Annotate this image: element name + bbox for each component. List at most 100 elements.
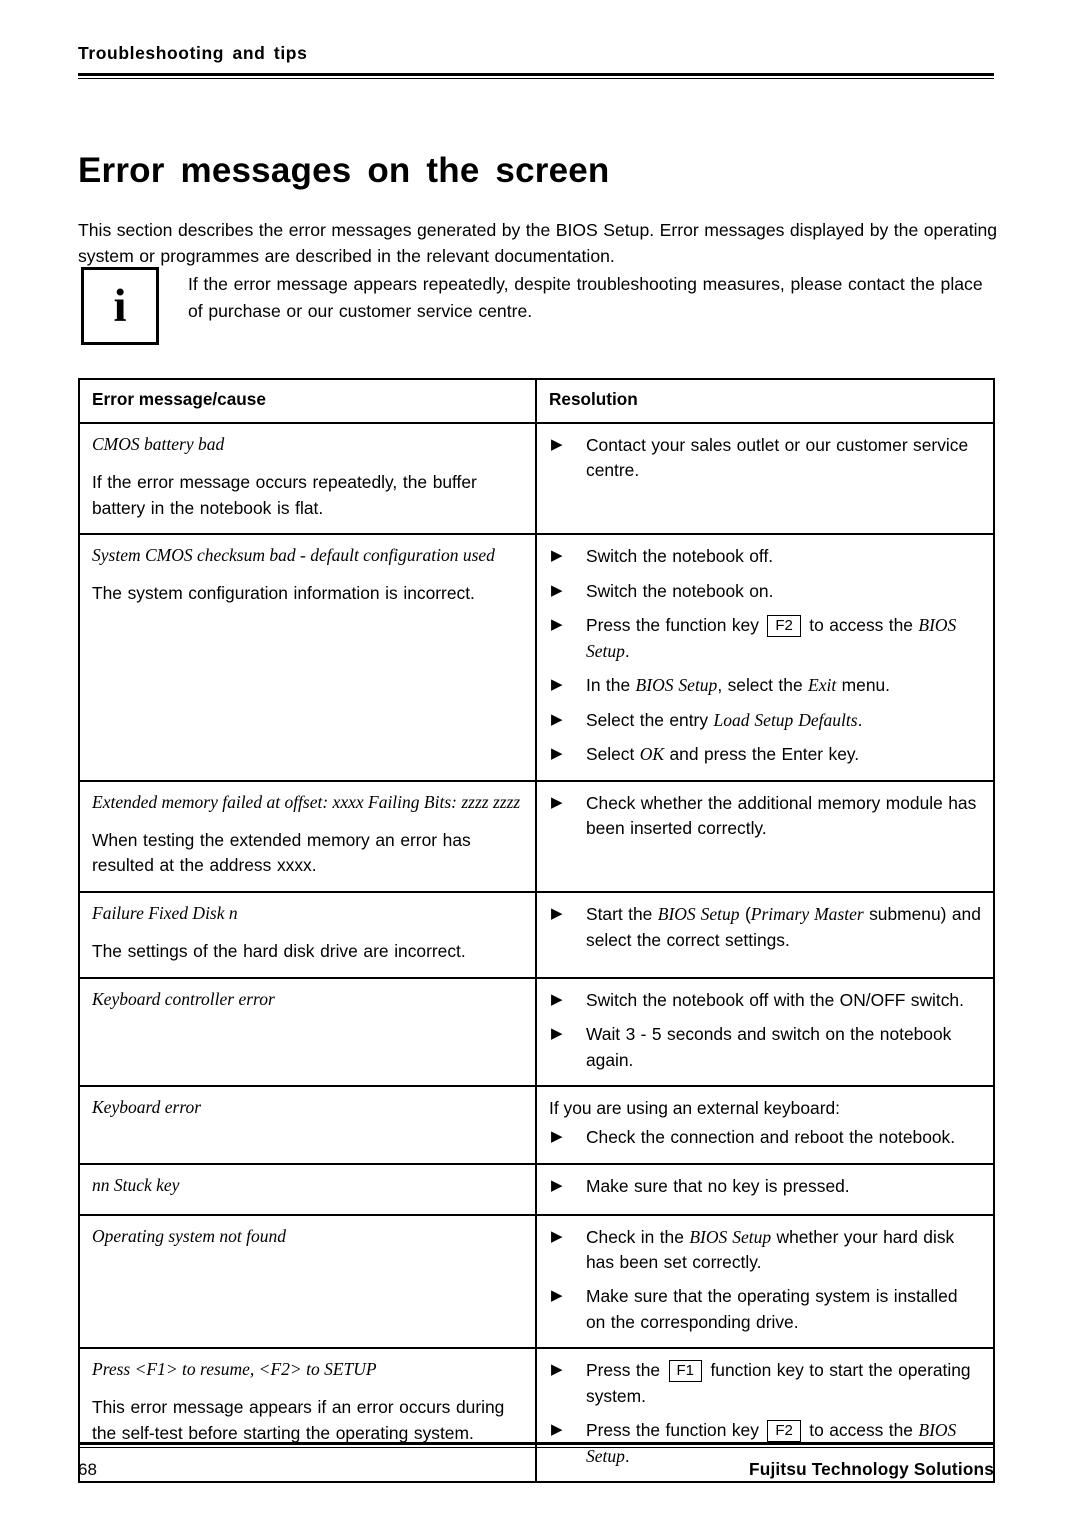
table-row: CMOS battery bad If the error message occ… xyxy=(78,421,995,536)
cell-error-message: Extended memory failed at offset: xxxx F… xyxy=(78,779,537,894)
keycap-f2: F2 xyxy=(767,1420,801,1443)
emphasis-text: BIOS Setup xyxy=(689,1226,772,1247)
error-message-text: Extended memory failed at offset: xxxx F… xyxy=(92,791,521,812)
resolution-step: ▶ Press the F1 function key to start the … xyxy=(551,1360,971,1406)
triangle-bullet-icon: ▶ xyxy=(551,616,563,634)
triangle-bullet-icon: ▶ xyxy=(551,1287,563,1305)
cell-resolution: ▶ Contact your sales outlet or our custom… xyxy=(535,421,995,536)
resolution-step-list: ▶ Contact your sales outlet or our custom… xyxy=(549,433,981,484)
cell-resolution: ▶ Switch the notebook off. ▶ Switch the not… xyxy=(535,533,995,782)
triangle-bullet-icon: ▶ xyxy=(551,1176,563,1194)
resolution-step: ▶ Switch the notebook off. xyxy=(551,546,774,567)
cell-resolution: ▶ Make sure that no key is pressed. xyxy=(535,1162,995,1216)
running-header: Troubleshooting and tips xyxy=(78,43,994,80)
resolution-step: ▶ Press the function key F2 to access the… xyxy=(551,615,957,661)
resolution-step-list: ▶ Switch the notebook off with the ON/OFF… xyxy=(549,988,981,1073)
table-row: Keyboard error If you are using an extern… xyxy=(78,1084,995,1165)
error-cause-text: If the error message occurs repeatedly, … xyxy=(92,471,477,518)
resolution-step: ▶ Make sure that no key is pressed. xyxy=(551,1175,850,1196)
resolution-step-list: ▶ Start the BIOS Setup (Primary Master su… xyxy=(549,902,981,953)
cell-error-message: CMOS battery bad If the error message occ… xyxy=(78,421,537,536)
resolution-step-list: ▶ Check in the BIOS Setup whether your ha… xyxy=(549,1225,981,1336)
resolution-step: ▶ In the BIOS Setup, select the Exit menu… xyxy=(551,675,890,696)
table-row: Operating system not found ▶ Check in the … xyxy=(78,1213,995,1350)
page-number: 68 xyxy=(78,1460,97,1479)
triangle-bullet-icon: ▶ xyxy=(551,1421,563,1439)
resolution-step: ▶ Wait 3 - 5 seconds and switch on the no… xyxy=(551,1024,952,1070)
error-message-text: CMOS battery bad xyxy=(92,434,225,454)
table-row: Keyboard controller error ▶ Switch the not… xyxy=(78,976,995,1087)
resolution-step: ▶ Check whether the additional memory mod… xyxy=(551,792,977,839)
triangle-bullet-icon: ▶ xyxy=(551,1361,563,1379)
error-message-text: Keyboard controller error xyxy=(92,988,275,1009)
cell-resolution: If you are using an external keyboard: ▶ C… xyxy=(535,1084,995,1165)
error-cause-text: This error message appears if an error o… xyxy=(92,1397,505,1443)
emphasis-text: OK xyxy=(639,744,665,765)
resolution-note: If you are using an external keyboard: xyxy=(549,1097,840,1118)
error-message-text: Failure Fixed Disk n xyxy=(92,903,238,924)
information-icon-glyph: i xyxy=(113,280,127,332)
triangle-bullet-icon: ▶ xyxy=(551,990,563,1008)
resolution-step: ▶ Check in the BIOS Setup whether your ha… xyxy=(551,1226,955,1273)
table-row: Failure Fixed Disk n The settings of the … xyxy=(78,891,995,979)
cell-error-message: System CMOS checksum bad - default confi… xyxy=(78,533,537,782)
error-message-text: nn Stuck key xyxy=(92,1174,180,1195)
document-page: Troubleshooting and tips Error messages … xyxy=(0,0,1080,1529)
table-body: CMOS battery bad If the error message occ… xyxy=(78,421,995,1484)
footer-row: 68 Fujitsu Technology Solutions xyxy=(78,1459,994,1480)
table-row: nn Stuck key ▶ Make sure that no key is pr… xyxy=(78,1162,995,1216)
cell-resolution: ▶ Check in the BIOS Setup whether your ha… xyxy=(535,1213,995,1350)
intro-paragraph: This section describes the error message… xyxy=(78,219,998,267)
resolution-step: ▶ Select the entry Load Setup Defaults. xyxy=(551,709,863,730)
cell-error-message: Operating system not found xyxy=(78,1213,537,1350)
error-cause-text: The settings of the hard disk drive are … xyxy=(92,940,466,961)
resolution-step: ▶ Switch the notebook off with the ON/OFF… xyxy=(551,989,964,1010)
table-row: Extended memory failed at offset: xxxx F… xyxy=(78,779,995,894)
error-message-text: Keyboard error xyxy=(92,1096,202,1117)
triangle-bullet-icon: ▶ xyxy=(551,905,563,923)
resolution-step: ▶ Switch the notebook on. xyxy=(551,580,774,601)
triangle-bullet-icon: ▶ xyxy=(551,436,563,453)
column-header-resolution: Resolution xyxy=(535,378,995,424)
emphasis-text: Primary Master xyxy=(750,904,864,925)
info-note: i If the error message appears repeatedl… xyxy=(78,265,998,345)
error-cause-text: When testing the extended memory an erro… xyxy=(92,829,471,876)
triangle-bullet-icon: ▶ xyxy=(551,581,563,599)
resolution-step-list: ▶ Check the connection and reboot the not… xyxy=(549,1125,981,1150)
emphasis-text: Exit xyxy=(808,675,837,696)
resolution-step: ▶ Select OK and press the Enter key. xyxy=(551,744,860,765)
resolution-step: ▶ Make sure that the operating system is … xyxy=(551,1286,958,1332)
cell-error-message: nn Stuck key xyxy=(78,1162,537,1216)
resolution-step-list: ▶ Make sure that no key is pressed. xyxy=(549,1174,981,1199)
cell-resolution: ▶ Check whether the additional memory mod… xyxy=(535,779,995,894)
triangle-bullet-icon: ▶ xyxy=(551,1128,563,1146)
keycap-f1: F1 xyxy=(668,1360,703,1383)
triangle-bullet-icon: ▶ xyxy=(551,710,563,728)
footer-brand: Fujitsu Technology Solutions xyxy=(749,1459,994,1479)
info-note-text: If the error message appears repeatedly,… xyxy=(188,274,983,321)
error-messages-table: Error message/cause Resolution CMOS batt… xyxy=(78,378,995,1484)
cell-resolution: ▶ Start the BIOS Setup (Primary Master su… xyxy=(535,891,995,979)
cell-resolution: ▶ Switch the notebook off with the ON/OFF… xyxy=(535,976,995,1087)
emphasis-text: BIOS Setup xyxy=(635,675,718,696)
triangle-bullet-icon: ▶ xyxy=(551,793,563,811)
error-message-text: Operating system not found xyxy=(92,1225,286,1246)
information-icon: i xyxy=(81,267,159,345)
column-header-error-message: Error message/cause xyxy=(78,378,537,424)
running-header-text: Troubleshooting and tips xyxy=(78,43,308,63)
resolution-step: ▶ Start the BIOS Setup (Primary Master su… xyxy=(551,904,981,950)
keycap-f2: F2 xyxy=(767,615,801,638)
table-row: System CMOS checksum bad - default confi… xyxy=(78,533,995,782)
triangle-bullet-icon: ▶ xyxy=(551,745,563,763)
cell-error-message: Keyboard error xyxy=(78,1084,537,1165)
triangle-bullet-icon: ▶ xyxy=(551,547,563,565)
header-rule xyxy=(78,73,994,80)
resolution-step: ▶ Check the connection and reboot the not… xyxy=(551,1127,956,1148)
emphasis-text: Load Setup Defaults xyxy=(713,709,858,730)
resolution-step-list: ▶ Switch the notebook off. ▶ Switch the not… xyxy=(549,544,981,768)
triangle-bullet-icon: ▶ xyxy=(551,676,563,694)
triangle-bullet-icon: ▶ xyxy=(551,1025,563,1043)
cell-error-message: Keyboard controller error xyxy=(78,976,537,1087)
table-header-row: Error message/cause Resolution xyxy=(78,378,995,424)
resolution-step: ▶ Contact your sales outlet or our custom… xyxy=(551,435,969,481)
